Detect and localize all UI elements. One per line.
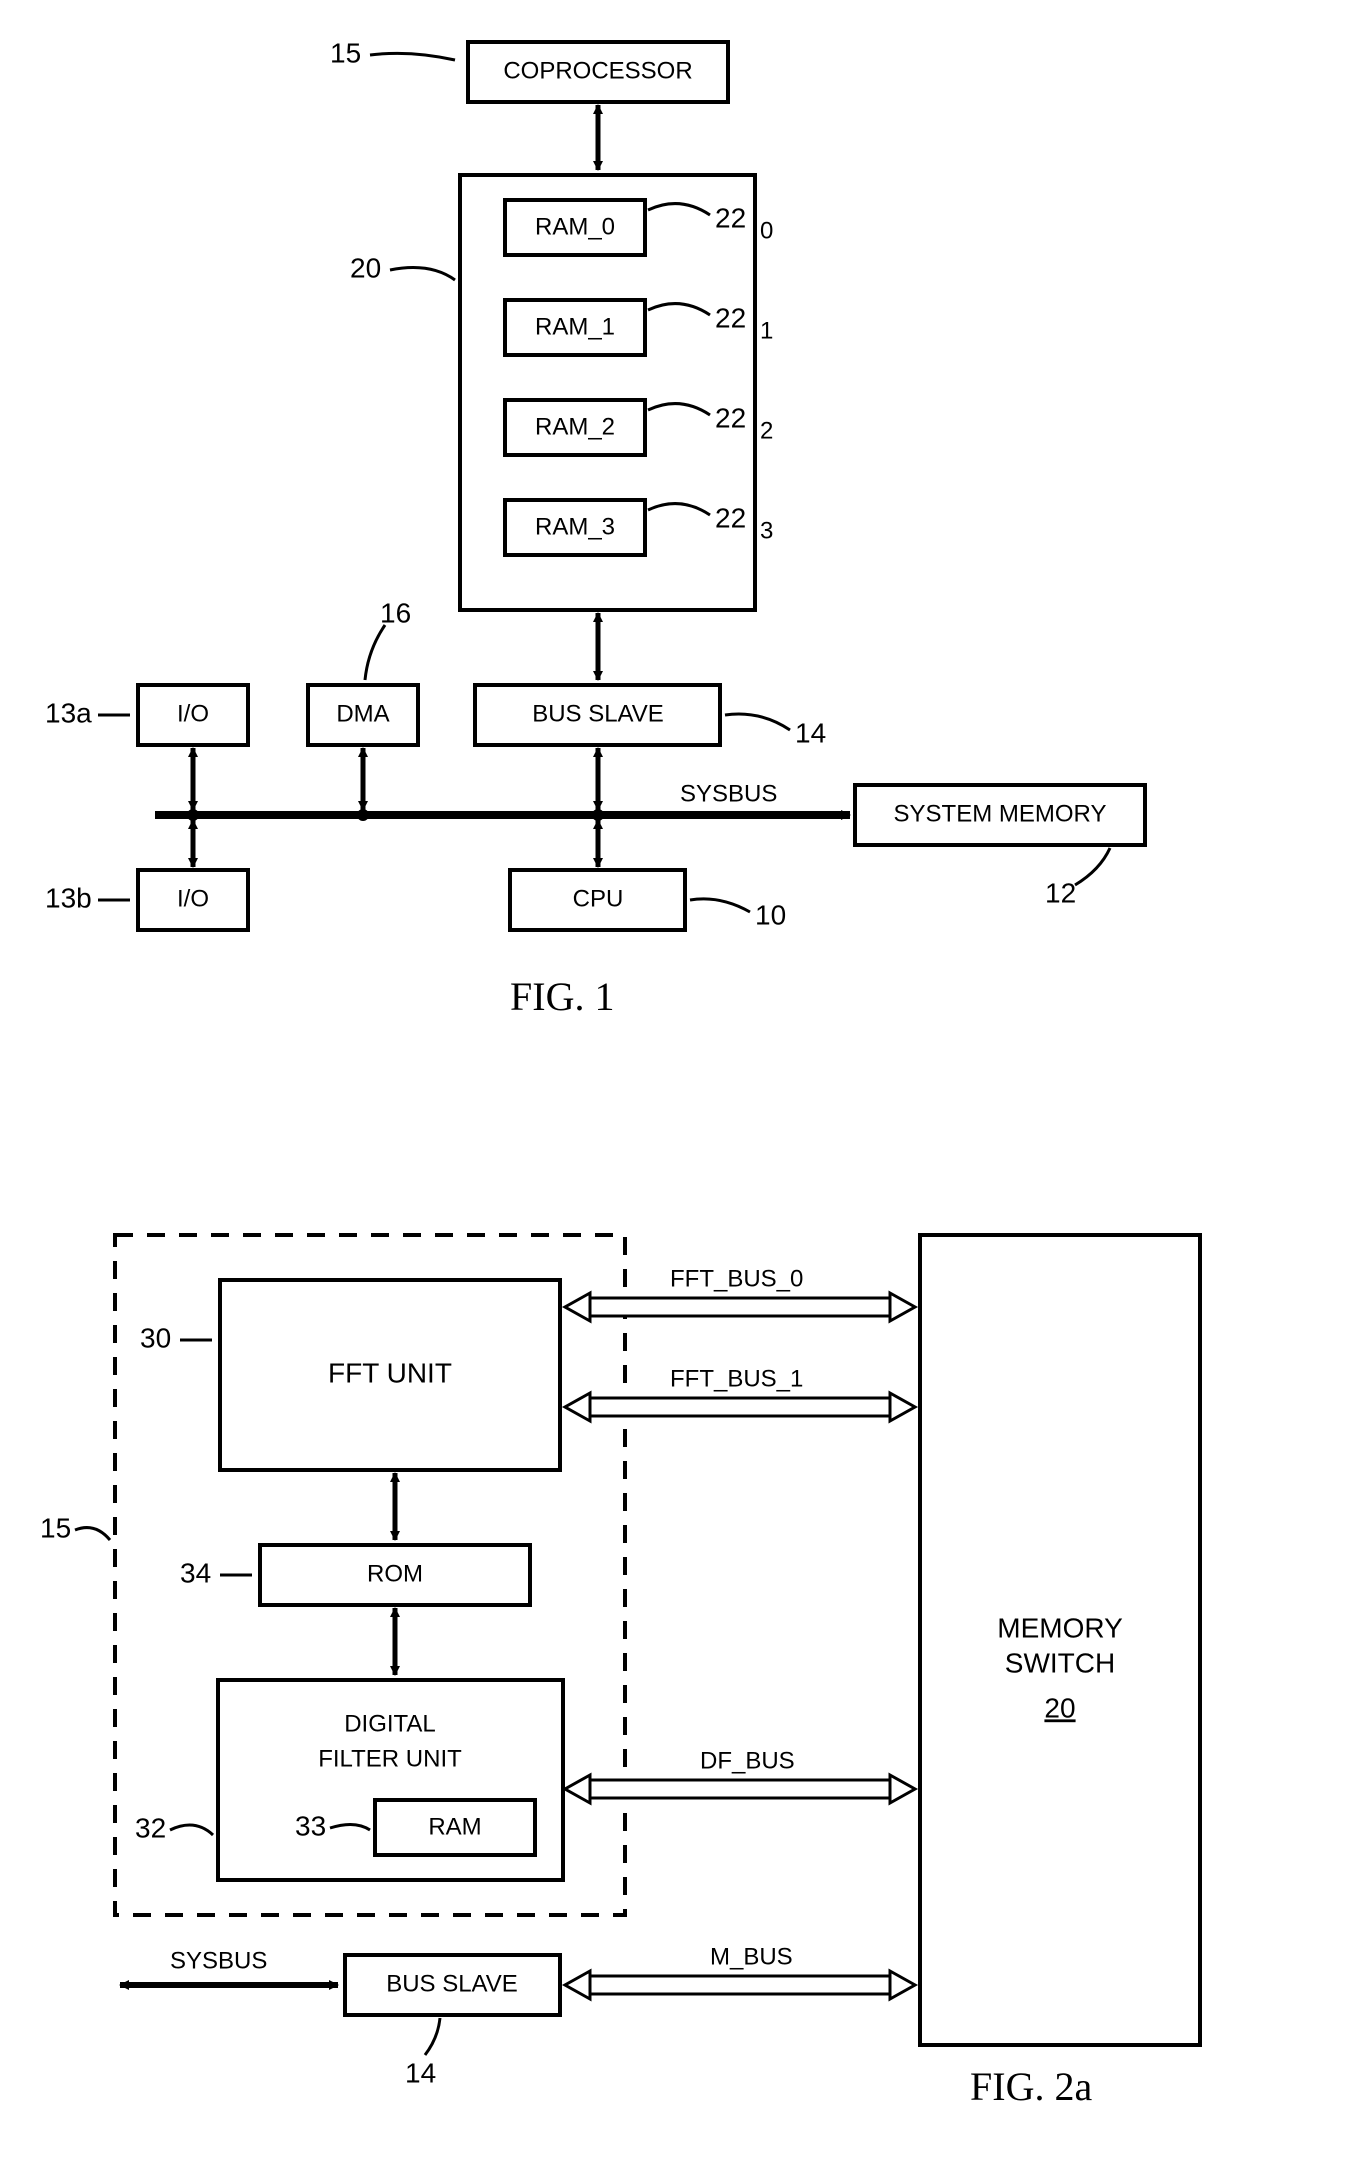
ref-34: 34 (180, 1557, 211, 1588)
fig1-caption: FIG. 1 (510, 974, 614, 1019)
coprocessor-label: COPROCESSOR (503, 57, 692, 84)
system-memory-label: SYSTEM MEMORY (894, 800, 1107, 827)
ref-20: 20 (350, 252, 381, 283)
node-slave (592, 809, 604, 821)
leader-14-2 (425, 2018, 440, 2055)
ref-14: 14 (795, 717, 826, 748)
leader-10 (690, 899, 750, 912)
bus-slave-2-label: BUS SLAVE (386, 1970, 518, 1997)
dfu-label-l2: FILTER UNIT (318, 1745, 462, 1772)
node-ioa (187, 809, 199, 821)
memory-switch-l2: SWITCH (1005, 1647, 1115, 1678)
memory-switch-ref: 20 (1044, 1692, 1075, 1723)
ref-22-2-sub: 2 (760, 417, 773, 444)
ref-30: 30 (140, 1322, 171, 1353)
ref-14-2: 14 (405, 2057, 436, 2088)
ref-13b: 13b (45, 882, 92, 913)
rom-label: ROM (367, 1560, 423, 1587)
ref-22-2: 22 (715, 402, 746, 433)
dma-label: DMA (336, 700, 389, 727)
ref-16: 16 (380, 597, 411, 628)
memory-switch-l1: MEMORY (997, 1612, 1123, 1643)
leader-14 (725, 714, 790, 730)
ref-12: 12 (1045, 877, 1076, 908)
ref-22-0: 22 (715, 202, 746, 233)
leader-20 (390, 268, 455, 280)
ref-10: 10 (755, 899, 786, 930)
dfu-label-l1: DIGITAL (344, 1710, 436, 1737)
leader-15 (370, 53, 455, 60)
ref-13a: 13a (45, 697, 92, 728)
ref-15: 15 (330, 37, 361, 68)
node-dma (357, 809, 369, 821)
m-bus-label: M_BUS (710, 1943, 793, 1970)
leader-15-2 (75, 1528, 110, 1540)
ram3-label: RAM_3 (535, 513, 615, 540)
ref-22-3-sub: 3 (760, 517, 773, 544)
ram0-label: RAM_0 (535, 213, 615, 240)
bus-fft0 (565, 1293, 915, 1321)
ram2-label: RAM_2 (535, 413, 615, 440)
ref-15-2: 15 (40, 1512, 71, 1543)
ref-32: 32 (135, 1812, 166, 1843)
df-bus-label: DF_BUS (700, 1747, 795, 1774)
bus-df (565, 1775, 915, 1803)
fft-label: FFT UNIT (328, 1357, 452, 1388)
bus-slave-label: BUS SLAVE (532, 700, 664, 727)
ram1-label: RAM_1 (535, 313, 615, 340)
sysbus-2-label: SYSBUS (170, 1947, 267, 1974)
fft-bus-1-label: FFT_BUS_1 (670, 1365, 803, 1392)
bus-m (565, 1971, 915, 1999)
ref-33: 33 (295, 1810, 326, 1841)
ref-22-3: 22 (715, 502, 746, 533)
fig2a-group: 15 FFT UNIT 30 ROM 34 DIGITAL FILTER UNI… (40, 1235, 1200, 2109)
leader-12 (1075, 848, 1110, 885)
io-b-label: I/O (177, 885, 209, 912)
leader-16 (365, 625, 385, 680)
fig2a-caption: FIG. 2a (970, 2064, 1092, 2109)
cpu-label: CPU (573, 885, 624, 912)
bus-fft1 (565, 1393, 915, 1421)
ram-inner-label: RAM (428, 1813, 481, 1840)
fig1-group: COPROCESSOR 15 20 RAM_0 22 0 RAM_1 22 1 … (45, 37, 1145, 1019)
leader-32 (170, 1825, 213, 1835)
ref-22-0-sub: 0 (760, 217, 773, 244)
ref-22-1: 22 (715, 302, 746, 333)
fft-bus-0-label: FFT_BUS_0 (670, 1265, 803, 1292)
io-a-label: I/O (177, 700, 209, 727)
sysbus-label: SYSBUS (680, 780, 777, 807)
ref-22-1-sub: 1 (760, 317, 773, 344)
